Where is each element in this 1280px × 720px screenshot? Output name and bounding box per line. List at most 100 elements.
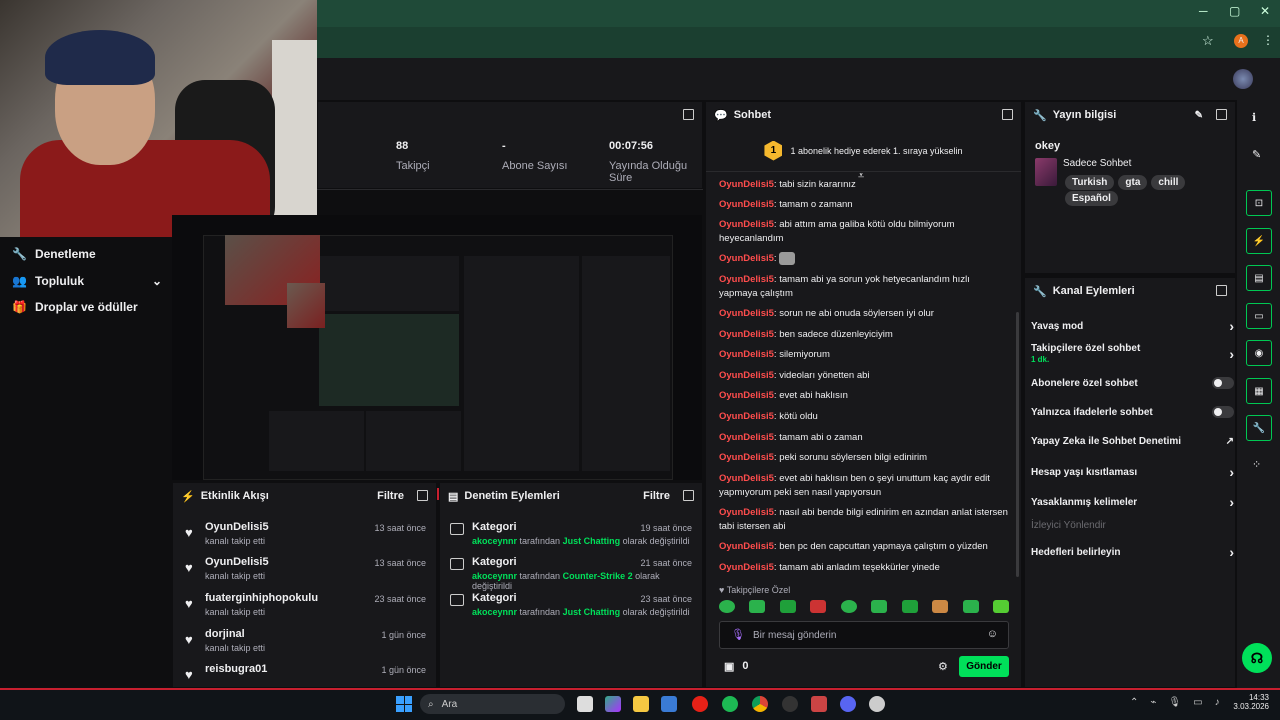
- stream-preview[interactable]: [172, 215, 702, 500]
- tag[interactable]: Español: [1065, 191, 1118, 206]
- restore-icon[interactable]: ▢: [1229, 4, 1240, 18]
- tag[interactable]: Turkish: [1065, 175, 1115, 190]
- emote-icon[interactable]: [871, 600, 888, 613]
- profile-avatar[interactable]: A: [1234, 34, 1248, 48]
- popout-icon[interactable]: [1216, 285, 1227, 296]
- chat-message[interactable]: OyunDelisi5: evet abi haklısın: [719, 389, 1009, 403]
- emote-icon[interactable]: [962, 600, 979, 613]
- popout-icon[interactable]: [683, 109, 694, 120]
- emote-icon[interactable]: [779, 600, 796, 613]
- chat-input[interactable]: 🎙 Bir mesaj gönderin ☺: [719, 621, 1009, 649]
- nav-moderation[interactable]: 🔧 Denetleme: [12, 247, 96, 261]
- popout-icon[interactable]: [417, 490, 428, 501]
- chat-message[interactable]: OyunDelisi5:: [719, 252, 1009, 266]
- popout-icon[interactable]: [1002, 109, 1013, 120]
- chat-message[interactable]: OyunDelisi5: tamam abi o zaman: [719, 431, 1009, 445]
- chat-message[interactable]: OyunDelisi5: tamam abi ya sorun yok hety…: [719, 273, 1009, 301]
- action-followers-only[interactable]: Takipçilere özel sohbet 1 dk. ›: [1031, 343, 1234, 365]
- toggle-switch[interactable]: [1212, 377, 1234, 389]
- bolt-icon[interactable]: ⚡: [1246, 228, 1272, 254]
- chat-message[interactable]: OyunDelisi5: tamam o zamann: [719, 198, 1009, 212]
- microphone-icon[interactable]: 🎙: [731, 628, 745, 641]
- mod-action-item[interactable]: Kategori akoceynnr tarafından Just Chatti…: [450, 521, 692, 557]
- activity-filter-button[interactable]: Filtre: [377, 490, 404, 502]
- emote-icon[interactable]: [932, 600, 949, 613]
- chat-bubble-icon[interactable]: ▭: [1246, 303, 1272, 329]
- popout-icon[interactable]: [683, 490, 694, 501]
- document-icon[interactable]: ▤: [1246, 265, 1272, 291]
- emote-icon[interactable]: [810, 600, 827, 613]
- nav-community[interactable]: 👥 Topluluk ⌄: [12, 274, 162, 288]
- info-icon[interactable]: ℹ: [1252, 111, 1256, 124]
- chat-message[interactable]: OyunDelisi5: abi attım ama galiba kötü o…: [719, 218, 1009, 246]
- chrome-icon[interactable]: [752, 696, 768, 712]
- mod-action-item[interactable]: Kategori akoceynnr tarafından Counter-Str…: [450, 556, 692, 592]
- mod-action-item[interactable]: Kategori akoceynnr tarafından Just Chatti…: [450, 592, 692, 628]
- emote-icon[interactable]: [719, 600, 735, 613]
- chat-username[interactable]: OyunDelisi5: [719, 199, 774, 210]
- action-account-age[interactable]: Hesap yaşı kısıtlaması ›: [1031, 464, 1234, 480]
- edit-pencil-icon[interactable]: ✎: [1195, 110, 1203, 121]
- action-emote-only[interactable]: Yalnızca ifadelerle sohbet: [1031, 406, 1234, 418]
- chat-username[interactable]: OyunDelisi5: [719, 329, 774, 340]
- tag[interactable]: chill: [1151, 175, 1186, 190]
- file-explorer-icon[interactable]: [633, 696, 649, 712]
- mod-filter-button[interactable]: Filtre: [643, 490, 670, 502]
- chat-username[interactable]: OyunDelisi5: [719, 541, 774, 552]
- discord-icon[interactable]: [840, 696, 856, 712]
- popout-icon[interactable]: [1216, 109, 1227, 120]
- chat-username[interactable]: OyunDelisi5: [719, 411, 774, 422]
- taskbar-search[interactable]: ⌕ Ara: [420, 694, 565, 714]
- windows-start-icon[interactable]: [396, 696, 412, 712]
- store-icon[interactable]: [661, 696, 677, 712]
- settings-gear-icon[interactable]: [869, 696, 885, 712]
- app-icon[interactable]: [605, 696, 621, 712]
- emote-icon[interactable]: [901, 600, 918, 613]
- chat-username[interactable]: OyunDelisi5: [719, 473, 774, 484]
- chat-username[interactable]: OyunDelisi5: [719, 253, 774, 264]
- activity-item[interactable]: ♥ OyunDelisi5 kanalı takip etti 13 saat önc…: [183, 521, 426, 557]
- close-icon[interactable]: ✕: [1260, 4, 1270, 18]
- clip-icon[interactable]: ⊡: [1246, 190, 1272, 216]
- user-avatar[interactable]: [1233, 69, 1253, 89]
- chat-message[interactable]: OyunDelisi5: peki sorunu söylersen bilgi…: [719, 451, 1009, 465]
- action-banned-words[interactable]: Yasaklanmış kelimeler ›: [1031, 494, 1234, 510]
- chat-message[interactable]: OyunDelisi5: evet abi haklısın ben o şey…: [719, 472, 1009, 500]
- chat-message[interactable]: OyunDelisi5: tamam abi anladım teşekkürl…: [719, 561, 1009, 575]
- edit-pencil-icon[interactable]: ✎: [1252, 148, 1261, 161]
- chat-username[interactable]: OyunDelisi5: [719, 179, 774, 190]
- emote-icon[interactable]: [840, 600, 857, 613]
- chat-username[interactable]: OyunDelisi5: [719, 452, 774, 463]
- chat-username[interactable]: OyunDelisi5: [719, 370, 774, 381]
- broadcast-icon[interactable]: ◉: [1246, 340, 1272, 366]
- tag[interactable]: gta: [1118, 175, 1148, 190]
- chat-message[interactable]: OyunDelisi5: sorun ne abi onuda söylerse…: [719, 307, 1009, 321]
- wrench-icon[interactable]: 🔧: [1246, 415, 1272, 441]
- support-headset-icon[interactable]: ☊: [1242, 643, 1272, 673]
- activity-item[interactable]: ♥ fuaterginhiphopokulu kanalı takip etti 23…: [183, 592, 426, 628]
- chat-username[interactable]: OyunDelisi5: [719, 432, 774, 443]
- emote-icon[interactable]: [749, 600, 766, 613]
- gift-leaderboard-banner[interactable]: 1 1 abonelik hediye ederek 1. sıraya yük…: [706, 130, 1021, 172]
- channel-points[interactable]: ▣ 0: [724, 660, 749, 673]
- minimize-icon[interactable]: ─: [1199, 4, 1208, 18]
- chat-message[interactable]: OyunDelisi5: ben pc den capcuttan yapmay…: [719, 540, 1009, 554]
- nav-drops[interactable]: 🎁 Droplar ve ödüller: [12, 300, 138, 314]
- emoji-icon[interactable]: ☺: [987, 628, 998, 640]
- task-view-icon[interactable]: [577, 696, 593, 712]
- chat-username[interactable]: OyunDelisi5: [719, 308, 774, 319]
- action-slow-mode[interactable]: Yavaş mod ›: [1031, 318, 1234, 334]
- chat-username[interactable]: OyunDelisi5: [719, 562, 774, 573]
- app-icon[interactable]: [782, 696, 798, 712]
- chat-username[interactable]: OyunDelisi5: [719, 507, 774, 518]
- chat-message[interactable]: OyunDelisi5: tabi sizin kararınız: [719, 178, 1009, 190]
- chat-username[interactable]: OyunDelisi5: [719, 349, 774, 360]
- activity-item[interactable]: ♥ OyunDelisi5 kanalı takip etti 13 saat önc…: [183, 556, 426, 592]
- chat-username[interactable]: OyunDelisi5: [719, 390, 774, 401]
- spotify-icon[interactable]: [722, 696, 738, 712]
- chat-message[interactable]: OyunDelisi5: ben sadece düzenleyiciyim: [719, 328, 1009, 342]
- settings-gear-icon[interactable]: ⚙: [938, 660, 948, 673]
- system-tray[interactable]: ⌃ ⌁ 🎙 ▭ ♪: [1130, 697, 1220, 708]
- browser-menu-icon[interactable]: ⋮: [1262, 33, 1274, 47]
- layout-icon[interactable]: ▦: [1246, 378, 1272, 404]
